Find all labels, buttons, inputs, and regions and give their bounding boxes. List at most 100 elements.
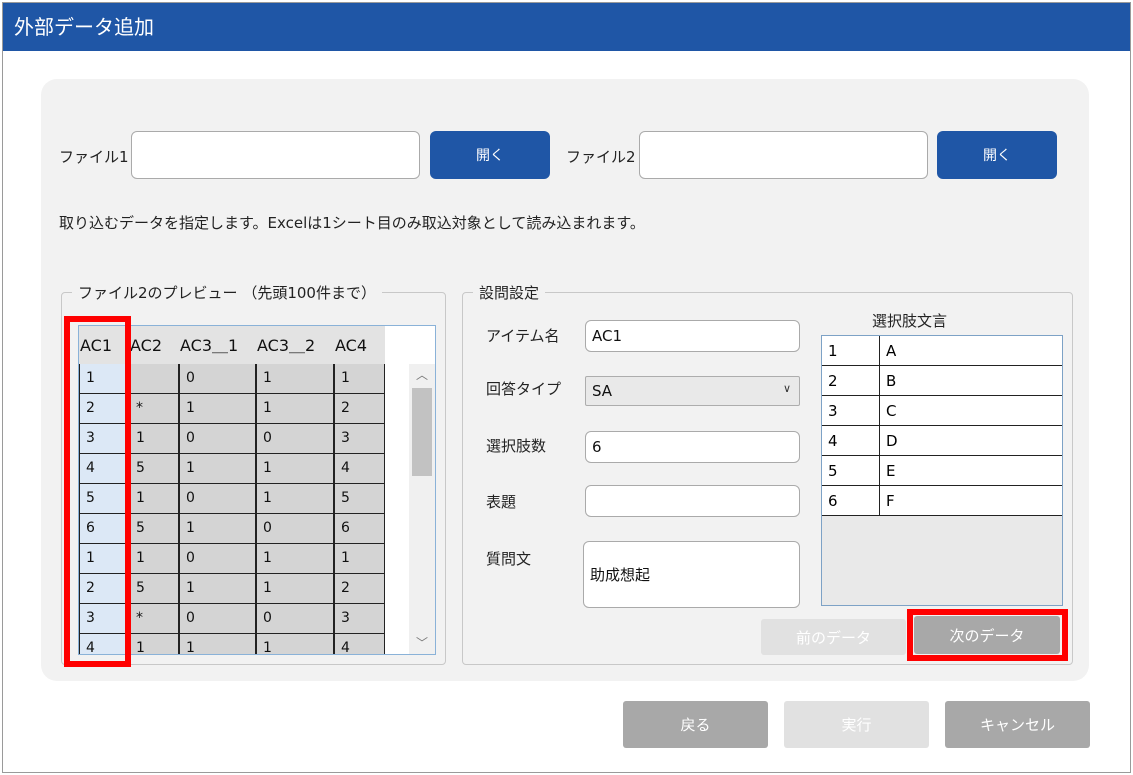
table-cell[interactable]: 1 [79,364,129,394]
choice-number[interactable]: 6 [822,486,880,516]
table-row[interactable]: 2 * 1 1 2 [79,394,385,424]
choice-number[interactable]: 1 [822,336,880,366]
choice-text[interactable]: B [880,366,1062,396]
choice-number[interactable]: 2 [822,366,880,396]
table-cell[interactable]: 1 [179,394,256,424]
grid-scrollbar[interactable]: ︿ ﹀ [409,364,435,654]
choice-number[interactable]: 3 [822,396,880,426]
column-header[interactable]: AC2 [129,326,179,364]
table-cell[interactable]: 1 [256,544,334,574]
table-cell[interactable]: 0 [179,544,256,574]
table-cell[interactable]: 1 [256,634,334,654]
question-text-input[interactable]: 助成想起 [583,541,800,608]
table-cell[interactable]: 5 [79,484,129,514]
prev-data-button[interactable]: 前のデータ [761,619,906,655]
table-cell[interactable]: 1 [334,364,385,394]
choice-text[interactable]: E [880,456,1062,486]
table-row[interactable]: 45114 [79,454,385,484]
column-header[interactable]: AC3＿2 [256,326,334,364]
table-cell[interactable]: 0 [256,424,334,454]
file2-input[interactable] [639,131,928,179]
table-cell[interactable]: 6 [79,514,129,544]
table-row[interactable]: 65106 [79,514,385,544]
table-cell[interactable]: 1 [256,394,334,424]
table-row[interactable]: 1011 [79,364,385,394]
table-cell[interactable]: 2 [334,394,385,424]
table-row[interactable]: 11011 [79,544,385,574]
table-row[interactable]: 41114 [79,634,385,654]
choice-row[interactable]: 1A [822,336,1062,366]
table-cell[interactable]: 0 [179,424,256,454]
file1-input[interactable] [131,131,420,179]
choice-number[interactable]: 4 [822,426,880,456]
table-cell[interactable]: 1 [256,364,334,394]
table-cell[interactable]: 2 [79,574,129,604]
table-cell[interactable]: 1 [256,574,334,604]
table-cell[interactable]: 1 [256,454,334,484]
column-header[interactable]: AC3＿1 [179,326,256,364]
table-cell[interactable]: 6 [334,514,385,544]
choice-text[interactable]: C [880,396,1062,426]
table-cell[interactable]: 5 [129,514,179,544]
table-cell[interactable]: 4 [334,634,385,654]
cancel-button[interactable]: キャンセル [945,701,1090,748]
table-cell[interactable]: 0 [256,604,334,634]
table-cell[interactable]: 3 [79,424,129,454]
table-cell[interactable]: 5 [129,574,179,604]
table-cell[interactable]: 3 [334,424,385,454]
table-cell[interactable]: 0 [179,484,256,514]
file1-open-button[interactable]: 開く [430,131,550,179]
table-row[interactable]: 31003 [79,424,385,454]
table-cell[interactable]: 1 [129,484,179,514]
heading-input[interactable] [585,485,800,517]
choice-text[interactable]: A [880,336,1062,366]
table-cell[interactable]: 1 [334,544,385,574]
table-cell[interactable]: 0 [256,514,334,544]
table-cell[interactable]: 1 [256,484,334,514]
table-cell[interactable]: 0 [179,604,256,634]
choice-number[interactable]: 5 [822,456,880,486]
table-cell[interactable] [129,364,179,394]
scroll-thumb[interactable] [412,388,432,476]
table-cell[interactable]: 3 [79,604,129,634]
table-cell[interactable]: 1 [79,544,129,574]
choice-row[interactable]: 6F [822,486,1062,516]
table-cell[interactable]: 1 [179,574,256,604]
table-row[interactable]: 25112 [79,574,385,604]
table-cell[interactable]: 2 [334,574,385,604]
table-cell[interactable]: 1 [179,454,256,484]
back-button[interactable]: 戻る [623,701,768,748]
table-row[interactable]: 51015 [79,484,385,514]
file2-open-button[interactable]: 開く [937,131,1057,179]
choice-text[interactable]: D [880,426,1062,456]
choice-row[interactable]: 3C [822,396,1062,426]
column-header[interactable]: AC1 [79,326,129,364]
column-header[interactable]: AC4 [334,326,385,364]
answer-type-select[interactable]: SA ∨ [585,376,800,406]
table-cell[interactable]: 1 [129,544,179,574]
table-cell[interactable]: 4 [79,634,129,654]
scroll-up-icon[interactable]: ︿ [409,366,435,386]
choice-text[interactable]: F [880,486,1062,516]
choice-row[interactable]: 5E [822,456,1062,486]
table-cell[interactable]: * [129,394,179,424]
choice-count-input[interactable]: 6 [585,431,800,463]
choices-table[interactable]: 1A2B3C4D5E6F [821,335,1063,606]
table-cell[interactable]: 1 [129,634,179,654]
table-cell[interactable]: 1 [129,424,179,454]
table-cell[interactable]: 1 [179,634,256,654]
table-cell[interactable]: 2 [79,394,129,424]
choice-row[interactable]: 2B [822,366,1062,396]
table-cell[interactable]: 0 [179,364,256,394]
preview-grid[interactable]: AC1 AC2 AC3＿1 AC3＿2 AC4 1 0 1 1 2 * 1 1 2 3 1 0 0 3 4 5… [78,325,436,655]
table-cell[interactable]: * [129,604,179,634]
table-cell[interactable]: 3 [334,604,385,634]
table-cell[interactable]: 5 [129,454,179,484]
next-data-button[interactable]: 次のデータ [914,616,1060,654]
scroll-down-icon[interactable]: ﹀ [409,634,435,654]
table-cell[interactable]: 4 [334,454,385,484]
item-name-input[interactable]: AC1 [585,320,800,352]
table-cell[interactable]: 5 [334,484,385,514]
choice-row[interactable]: 4D [822,426,1062,456]
table-row[interactable]: 3 * 0 0 3 [79,604,385,634]
